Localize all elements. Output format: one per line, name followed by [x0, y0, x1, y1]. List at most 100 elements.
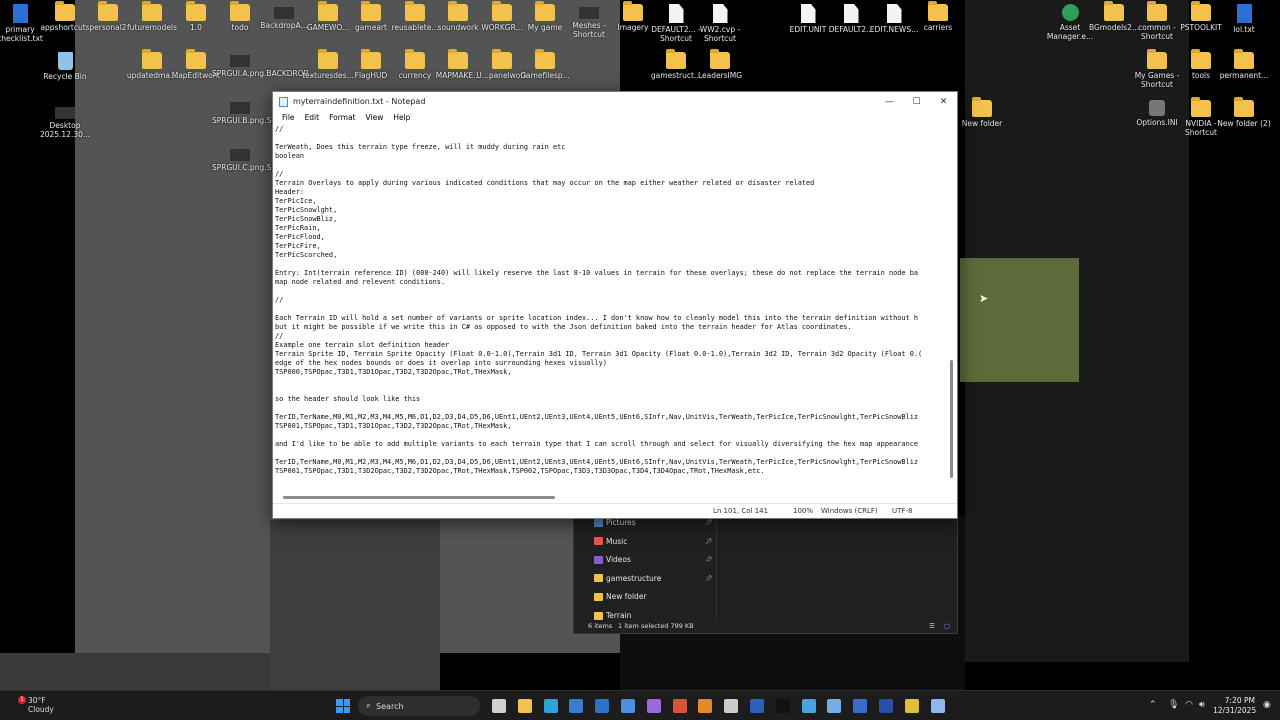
headset-icon[interactable]: [853, 699, 868, 713]
text-line: but it might be possible if we write thi…: [275, 323, 852, 331]
snip-icon[interactable]: [801, 699, 816, 713]
edge-icon[interactable]: [543, 699, 558, 713]
clock-date: 12/31/2025: [1213, 706, 1257, 715]
photoshop-icon[interactable]: [879, 699, 893, 713]
terminal-icon[interactable]: [775, 699, 790, 713]
menu-bar: File Edit Format View Help: [273, 111, 957, 124]
folder-icon: [1191, 97, 1211, 117]
image-file-icon: [55, 107, 75, 119]
notification-badge: 1: [18, 696, 26, 704]
weather-widget[interactable]: 1 30°F Cloudy: [10, 696, 54, 714]
pin-icon[interactable]: 📌︎: [705, 519, 713, 526]
nav-item-label: Pictures: [606, 518, 636, 527]
word-icon[interactable]: [750, 699, 764, 713]
nav-item[interactable]: gamestructure: [594, 574, 661, 583]
text-line: TerID,TerName,M0,M1,M2,M3,M4,M5,M6,D1,D2…: [275, 413, 919, 421]
text-line: so the header should look like this: [275, 395, 421, 403]
notepad-icon[interactable]: [930, 699, 945, 713]
unity-icon[interactable]: [724, 699, 739, 713]
shortcut-icon: [579, 7, 599, 19]
nav-item-label: New folder: [606, 592, 647, 602]
blender-icon[interactable]: [698, 699, 713, 713]
system-clock[interactable]: 7:20 PM 12/31/2025: [1213, 696, 1257, 716]
outlook-icon[interactable]: [595, 699, 610, 713]
desktop-icon[interactable]: SPRGUI.B.png.S...: [212, 99, 279, 125]
maximize-button[interactable]: ☐: [903, 92, 930, 111]
vertical-scrollbar[interactable]: [949, 125, 955, 485]
desktop-icon[interactable]: Gamefilesp...: [517, 49, 573, 80]
folder-icon: [492, 49, 512, 69]
file-explorer-icon[interactable]: [517, 699, 532, 713]
notifications-icon[interactable]: ◉: [1263, 700, 1271, 710]
game-icon[interactable]: [672, 699, 687, 713]
text-line: Example one terrain slot definition head…: [275, 341, 450, 349]
chevron-up-icon[interactable]: ⌃: [1149, 700, 1157, 710]
notepad-window[interactable]: myterraindefinition.txt - Notepad — ☐ ✕ …: [272, 91, 958, 519]
folder-icon: [1234, 97, 1254, 117]
nav-item[interactable]: Videos: [594, 555, 631, 564]
store-icon[interactable]: [569, 699, 584, 713]
menu-view[interactable]: View: [361, 113, 389, 122]
minimize-button[interactable]: —: [876, 92, 903, 111]
nav-item[interactable]: New folder: [594, 592, 647, 601]
tiles-view-icon[interactable]: ▢: [944, 622, 950, 630]
pin-icon[interactable]: 📌︎: [705, 575, 713, 582]
text-editor-area[interactable]: // TerWeath, Does this terrain type freez…: [275, 125, 949, 485]
desktop-icon[interactable]: Recycle Bin: [37, 52, 93, 81]
desktop-icon-label: New folder (2): [1217, 119, 1271, 128]
desktop-icon[interactable]: New folder (2): [1216, 97, 1272, 128]
notepad-titlebar[interactable]: myterraindefinition.txt - Notepad — ☐ ✕: [273, 92, 957, 111]
notes-icon[interactable]: [621, 699, 635, 713]
volume-icon[interactable]: 🔊︎: [1199, 700, 1205, 710]
desktop-icon-label: WW2.cvp - Shortcut: [699, 25, 741, 43]
vertical-scroll-thumb[interactable]: [950, 360, 953, 478]
text-line: map node related and relevent conditions…: [275, 278, 446, 286]
nav-item[interactable]: Pictures: [594, 518, 636, 527]
app-icon: [1061, 4, 1079, 21]
menu-format[interactable]: Format: [324, 113, 360, 122]
text-line: TerID,TerName,M0,M1,M2,M3,M4,M5,M6,D1,D2…: [275, 458, 919, 466]
desktop-icon-label: SPRGUI.A.png.BACKDROP...: [212, 69, 315, 78]
folder-icon: [928, 1, 948, 21]
desktop-icon-label: personal2: [89, 23, 127, 32]
pictures-icon: [594, 518, 603, 527]
start-button[interactable]: [336, 699, 350, 713]
desktop-icon[interactable]: Desktop 2025.12.30...: [37, 104, 93, 139]
pin-icon[interactable]: 📌︎: [705, 538, 713, 545]
text-line: [275, 449, 949, 458]
text-line: TerWeath, Does this terrain type freeze,…: [275, 143, 566, 151]
desktop-icon[interactable]: permanent...: [1216, 49, 1272, 80]
task-view-icon[interactable]: [492, 699, 506, 713]
desktop-icon[interactable]: New folder: [954, 97, 1010, 128]
horizontal-scroll-thumb[interactable]: [283, 496, 555, 499]
file-explorer-window[interactable]: Pictures 📌︎ Music 📌︎ Videos 📌︎ gamestructure 📌︎…: [573, 515, 958, 634]
file-icon: [886, 4, 902, 23]
nav-item[interactable]: Music: [594, 537, 627, 546]
taskbar-search[interactable]: ⌕ Search: [358, 696, 480, 716]
close-button[interactable]: ✕: [930, 92, 957, 111]
visual-studio-icon[interactable]: [646, 699, 661, 713]
folder-icon: [230, 1, 250, 21]
paint-icon[interactable]: [827, 699, 842, 713]
text-line: //: [275, 170, 284, 178]
desktop-icon[interactable]: lol.txt: [1216, 4, 1272, 34]
image-file-icon: [230, 102, 250, 114]
text-line: Terrain Sprite ID, Terrain Sprite Opacit…: [275, 350, 923, 358]
desktop-icon-label: My game: [527, 23, 563, 32]
menu-file[interactable]: File: [277, 113, 300, 122]
wifi-icon[interactable]: ◠: [1185, 700, 1193, 710]
menu-edit[interactable]: Edit: [300, 113, 325, 122]
text-line: Header:: [275, 188, 305, 196]
desktop-icon[interactable]: LeadersIMG: [692, 49, 748, 80]
pin-icon[interactable]: 📌︎: [705, 556, 713, 563]
desktop-icon[interactable]: SPRGUI.A.png.BACKDROP...: [212, 52, 314, 78]
desktop-icon[interactable]: carriers: [910, 1, 966, 32]
temperature: 30°F: [28, 696, 46, 705]
details-view-icon[interactable]: ☰: [929, 622, 935, 630]
desktop-icon[interactable]: WW2.cvp - Shortcut: [692, 4, 748, 43]
desktop-icon[interactable]: SPRGUI.C.png.S...: [212, 146, 279, 172]
chrome-icon[interactable]: [904, 699, 919, 713]
microphone-icon[interactable]: 🎙︎: [1168, 700, 1179, 710]
text-line: TSP001,TSPOpac,T3D1,T3D1Opac,T3D2,T3D2Op…: [275, 422, 512, 430]
menu-help[interactable]: Help: [388, 113, 415, 122]
